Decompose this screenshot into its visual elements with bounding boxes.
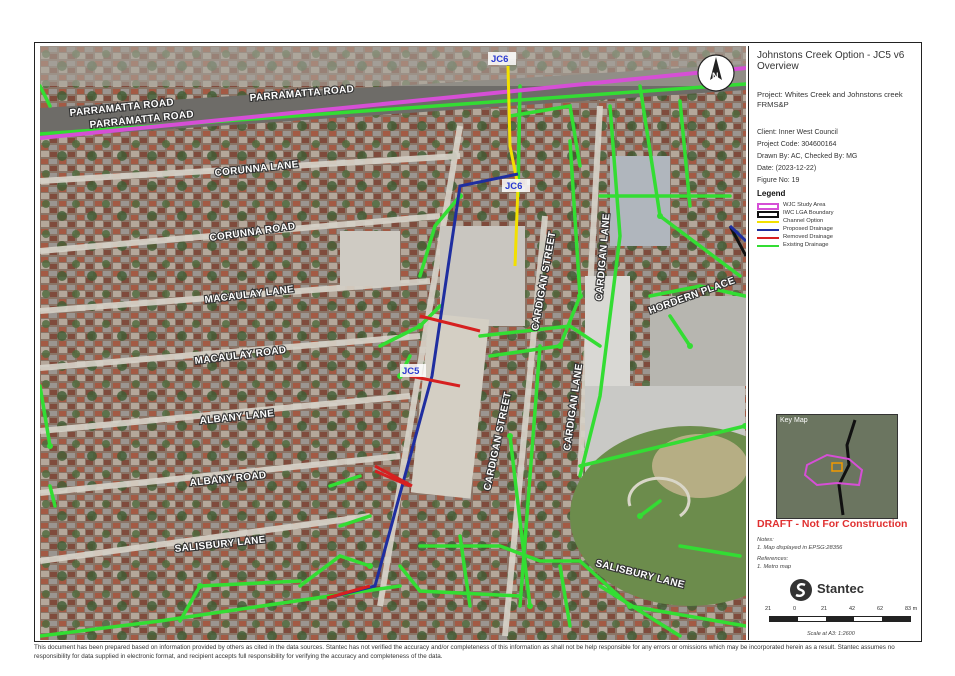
legend-swatch (757, 211, 779, 218)
legend-label: Existing Drainage (783, 242, 829, 248)
stantec-wordmark: Stantec (817, 581, 864, 596)
stantec-logo-icon (790, 579, 812, 601)
date-line: Date: (2023-12-22) (757, 165, 817, 172)
scale-tick-label: 0 (793, 606, 797, 612)
references-heading: References: (757, 556, 789, 562)
project-info: Project: Whites Creek and Johnstons cree… (757, 90, 917, 110)
key-map: Key Map (776, 414, 898, 519)
legend-label: Proposed Drainage (783, 226, 833, 232)
client-line: Client: Inner West Council (757, 129, 838, 136)
legend-label: Channel Option (783, 218, 824, 224)
legend-swatch (757, 221, 779, 223)
scale-tick-label: 42 (849, 606, 856, 612)
figure-no-line: Figure No: 19 (757, 177, 800, 184)
draft-notice: DRAFT - Not For Construction (757, 518, 908, 530)
notes-text: 1. Map displayed in EPSG:28356 (757, 545, 843, 551)
scale-caption: Scale at A3: 1:2600 (807, 631, 855, 637)
legend-swatch (757, 245, 779, 247)
disclaimer: This document has been prepared based on… (34, 644, 895, 660)
scale-tick-label: 62 (877, 606, 884, 612)
scale-bar (769, 616, 911, 622)
legend-item: Existing Drainage (757, 242, 917, 251)
aerial-map: PARRAMATTA ROAD PARRAMATTA ROAD PARRAMAT… (40, 46, 746, 640)
scale-tick-label: 83 m (905, 606, 918, 612)
legend-swatch (757, 237, 779, 239)
legend-label: WJC Study Area (783, 202, 826, 208)
legend-label: IWC LGA Boundary (783, 210, 834, 216)
option-label-jc6: JC6 (505, 181, 522, 192)
legend-swatch (757, 203, 779, 210)
project-label: Project: (757, 90, 783, 99)
option-label-jc5: JC5 (402, 366, 420, 377)
legend-title: Legend (757, 189, 786, 198)
notes-heading: Notes: (757, 537, 774, 543)
key-map-label: Key Map (780, 417, 808, 424)
key-map-graphic (777, 415, 897, 518)
legend-swatch (757, 229, 779, 231)
map-title: Johnstons Creek Option - JC5 v6 Overview (757, 50, 905, 72)
scale-tick-label: 21 (765, 606, 772, 612)
legend-label: Removed Drainage (783, 234, 833, 240)
references-text: 1. Metro map (757, 564, 792, 570)
title-block-panel: Johnstons Creek Option - JC5 v6 Overview… (748, 46, 921, 640)
project-code-line: Project Code: 304600164 (757, 141, 837, 148)
apartment-building (340, 231, 400, 286)
stantec-logo: Stantec (787, 576, 917, 602)
north-arrow: N (697, 54, 735, 92)
drawn-by-line: Drawn By: AC, Checked By: MG (757, 153, 858, 160)
map-view[interactable]: PARRAMATTA ROAD PARRAMATTA ROAD PARRAMAT… (40, 46, 746, 640)
scale-tick-label: 21 (821, 606, 828, 612)
north-arrow-letter: N (712, 71, 719, 81)
option-label-jc6: JC6 (491, 54, 508, 65)
